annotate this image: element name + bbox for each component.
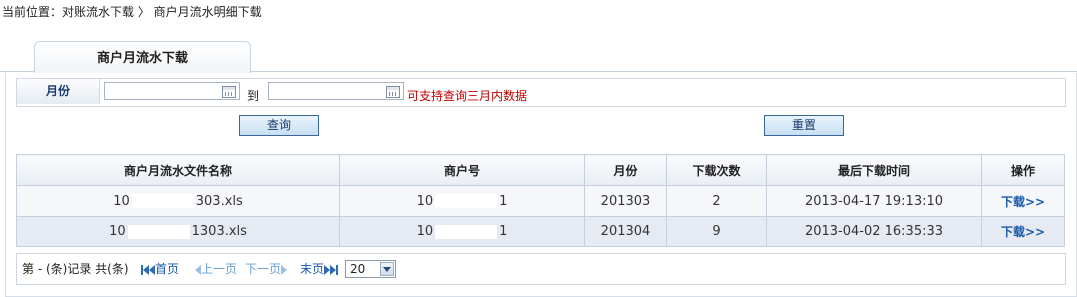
calendar-icon[interactable]: [386, 86, 400, 98]
file-name-cell: 10 1303.xls: [16, 216, 340, 247]
month-cell: 201303: [584, 185, 667, 217]
download-link[interactable]: 下载>>: [1001, 195, 1045, 209]
chevron-down-icon[interactable]: [380, 262, 394, 276]
to-label: 到: [247, 89, 260, 103]
pagination-bar: 第 - (条)记录 共(条) 首页 上一页 下一页 末页: [16, 253, 1066, 285]
table-header-row: 商户月流水文件名称 商户号 月份 下载次数 最后下载时间 操作: [16, 154, 1065, 186]
table-row: 10 1303.xls 10 1 201304 9 2013-04-02 16:35…: [16, 216, 1065, 247]
record-summary: 第 - (条)记录 共(条): [22, 262, 129, 276]
month-cell: 201304: [584, 216, 667, 247]
reset-button[interactable]: 重置: [764, 115, 844, 136]
query-button[interactable]: 查询: [239, 115, 319, 136]
download-count-cell: 9: [666, 216, 767, 247]
redacted-mask: [131, 194, 194, 208]
breadcrumb: 当前位置：对账流水下载 〉 商户月流水明细下载: [2, 5, 262, 19]
download-link[interactable]: 下载>>: [1001, 225, 1045, 239]
last-download-time-cell: 2013-04-17 19:13:10: [766, 185, 982, 217]
first-page-link[interactable]: 首页: [141, 254, 179, 284]
redacted-mask: [435, 224, 498, 239]
start-month-input[interactable]: [104, 82, 240, 100]
page-size-value: 20: [350, 262, 366, 276]
end-month-input[interactable]: [268, 82, 404, 100]
merchant-id-cell: 10 1: [339, 185, 585, 217]
action-cell: 下载>>: [981, 185, 1065, 217]
next-page-icon: [281, 264, 288, 275]
redacted-mask: [127, 224, 190, 239]
calendar-icon[interactable]: [222, 86, 236, 98]
table-row: 10 303.xls 10 1 201303 2 2013-04-17 19:13:…: [16, 185, 1065, 217]
merchant-id-cell: 10 1: [339, 216, 585, 247]
column-header: 月份: [584, 154, 667, 186]
next-page-link[interactable]: 下一页: [245, 254, 288, 284]
last-page-link[interactable]: 末页: [300, 254, 339, 284]
column-header: 操作: [981, 154, 1065, 186]
page-size-select[interactable]: 20: [345, 260, 396, 278]
download-count-cell: 2: [666, 185, 767, 217]
redacted-mask: [435, 194, 498, 208]
last-download-time-cell: 2013-04-02 16:35:33: [766, 216, 982, 247]
column-header: 下载次数: [666, 154, 767, 186]
file-name-cell: 10 303.xls: [16, 185, 340, 217]
column-header: 最后下载时间: [766, 154, 982, 186]
tab-monthly-statement[interactable]: 商户月流水下载: [34, 41, 251, 73]
prev-page-link[interactable]: 上一页: [195, 254, 237, 284]
month-label: 月份: [17, 79, 100, 104]
date-range-hint: 可支持查询三月内数据: [407, 89, 528, 103]
column-header: 商户号: [339, 154, 585, 186]
statement-table: 商户月流水文件名称 商户号 月份 下载次数 最后下载时间 操作 10 303.xl…: [16, 154, 1065, 247]
action-cell: 下载>>: [981, 216, 1065, 247]
column-header: 商户月流水文件名称: [16, 154, 340, 186]
